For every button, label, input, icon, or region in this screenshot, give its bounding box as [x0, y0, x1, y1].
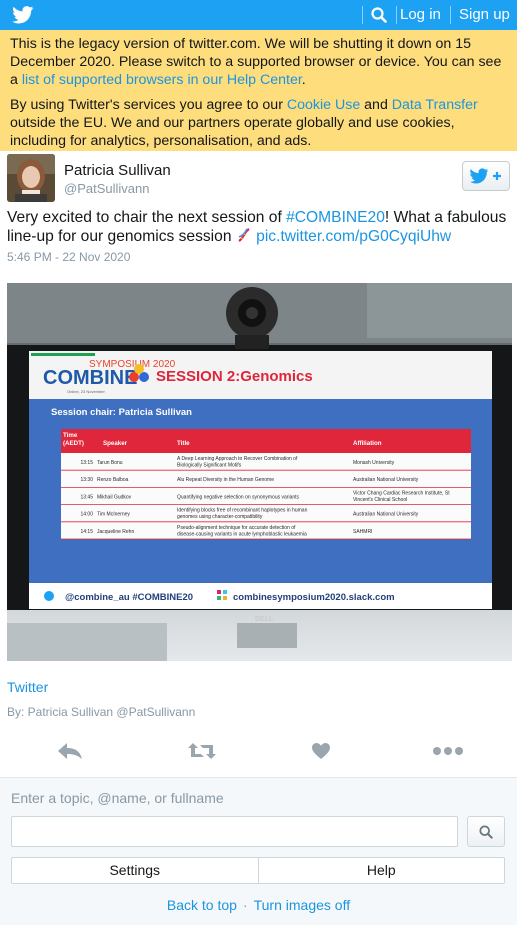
table-cell: Tim McInerney — [97, 512, 130, 518]
more-button[interactable] — [432, 739, 464, 763]
page-footer: Enter a topic, @name, or fullname Settin… — [0, 777, 517, 925]
more-dots-icon — [433, 747, 463, 755]
table-cell: Renzo Balboa — [97, 477, 129, 483]
cookie-notice-text: By using Twitter's services you agree to… — [10, 96, 507, 150]
help-link[interactable]: Help — [257, 858, 505, 883]
tweet-author-handle[interactable]: @PatSullivann — [64, 181, 149, 196]
byline-handle: @PatSullivann — [116, 705, 196, 719]
heart-icon — [312, 743, 330, 759]
search-input[interactable] — [11, 816, 458, 847]
twitter-bird-icon[interactable] — [12, 6, 34, 24]
slide-slack-footer: combinesymposium2020.slack.com — [233, 592, 395, 603]
top-bar: Log in Sign up — [0, 0, 517, 30]
retweet-icon — [188, 743, 216, 759]
reply-icon — [58, 743, 82, 759]
card-byline: By: Patricia Sullivan @PatSullivann — [7, 705, 195, 719]
notice-text: . — [301, 72, 306, 88]
table-cell: 13:45 — [80, 494, 93, 500]
table-cell: Quantifying negative selection on synony… — [177, 494, 300, 500]
table-cell: disease-causing variants in acute lympho… — [177, 531, 307, 537]
search-submit-button[interactable] — [467, 816, 505, 847]
like-button[interactable] — [305, 739, 337, 763]
byline-prefix: By: — [7, 705, 28, 719]
cookie-use-link[interactable]: Cookie Use — [287, 97, 360, 113]
logo-date: Online, 23 November — [67, 389, 105, 394]
table-header-affiliation: Affiliation — [353, 440, 382, 447]
tweet-text-segment: Very excited to chair the next session o… — [7, 209, 287, 226]
follow-button[interactable] — [462, 161, 510, 191]
follow-bird-plus-icon — [470, 168, 501, 184]
legacy-notice: This is the legacy version of twitter.co… — [0, 30, 517, 151]
table-header-speaker: Speaker — [103, 440, 128, 447]
notice-text: By using Twitter's services you agree to… — [10, 97, 287, 113]
table-cell: 13:15 — [80, 460, 93, 466]
supported-browsers-link[interactable]: list of supported browsers in our Help C… — [22, 72, 302, 88]
table-cell: Victor Chang Cardiac Research Institute,… — [353, 490, 450, 496]
table-cell: Vincent's Clinical School — [353, 497, 407, 503]
tweet-actions — [0, 735, 517, 767]
dna-icon — [236, 227, 252, 243]
svg-text:(AEDT): (AEDT) — [63, 440, 84, 447]
tweet-text: Very excited to chair the next session o… — [7, 208, 512, 246]
session-chair: Session chair: Patricia Sullivan — [51, 407, 192, 418]
table-cell: SAHMRI — [353, 529, 372, 535]
signup-link[interactable]: Sign up — [455, 0, 514, 30]
photo-illustration: SYMPOSIUM 2020 COMBINE Online, 23 Novemb… — [7, 283, 512, 661]
table-cell: Australian National University — [353, 477, 419, 483]
back-to-top-link[interactable]: Back to top — [167, 897, 237, 913]
retweet-button[interactable] — [186, 739, 218, 763]
tweet-photo[interactable]: SYMPOSIUM 2020 COMBINE Online, 23 Novemb… — [7, 283, 512, 661]
login-link[interactable]: Log in — [396, 0, 445, 30]
settings-link[interactable]: Settings — [12, 858, 258, 883]
table-cell: Tarun Bonu — [97, 460, 123, 466]
reply-button[interactable] — [54, 739, 86, 763]
table-cell: Australian National University — [353, 512, 419, 518]
table-cell: Mikhail Gudkov — [97, 494, 132, 500]
search-button[interactable] — [363, 0, 395, 30]
footer-link-bar: Settings Help — [11, 857, 505, 884]
tweet-timestamp: 5:46 PM - 22 Nov 2020 — [7, 250, 131, 264]
hashtag-link[interactable]: #COMBINE20 — [286, 209, 385, 226]
table-cell: A Deep Learning Approach to Recover Comb… — [177, 456, 298, 462]
table-cell: genomes using character-compatibility — [177, 514, 263, 520]
card-title-link[interactable]: Twitter — [7, 679, 48, 695]
search-icon — [371, 7, 387, 23]
combine-logo-text: COMBINE — [43, 367, 137, 389]
pic-link[interactable]: pic.twitter.com/pG0CyqiUhw — [256, 228, 451, 245]
search-icon — [479, 824, 493, 839]
byline-name: Patricia Sullivan — [27, 705, 114, 719]
table-cell: Biologically Significant Motifs — [177, 463, 242, 469]
table-cell: 14:15 — [80, 529, 93, 535]
notice-text: and — [360, 97, 392, 113]
legacy-notice-text: This is the legacy version of twitter.co… — [10, 35, 507, 89]
table-cell: 13:30 — [80, 477, 93, 483]
table-cell: Identifying blocks free of recombinant h… — [177, 508, 308, 514]
search-label: Enter a topic, @name, or fullname — [11, 790, 224, 806]
table-header-title: Title — [177, 440, 190, 447]
table-cell: Pseudo-alignment technique for accurate … — [177, 525, 296, 531]
avatar[interactable] — [7, 154, 55, 202]
turn-images-off-link[interactable]: Turn images off — [254, 897, 351, 913]
link-separator: · — [242, 897, 248, 913]
svg-text:Time: Time — [63, 432, 78, 439]
table-cell: Monash University — [353, 460, 395, 466]
table-cell: Jacqueline Rehn — [97, 529, 134, 535]
tweet-author-name[interactable]: Patricia Sullivan — [64, 162, 171, 179]
slide-twitter-footer: @combine_au #COMBINE20 — [65, 592, 193, 603]
data-transfer-link[interactable]: Data Transfer — [392, 97, 478, 113]
table-cell: 14:00 — [80, 512, 93, 518]
table-cell: Alu Repeat Diversity in the Human Genome — [177, 477, 274, 483]
tweet-header: Patricia Sullivan @PatSullivann — [0, 151, 517, 206]
bottom-links: Back to top · Turn images off — [0, 897, 517, 913]
monitor-brand: DELL — [255, 616, 274, 623]
notice-text: outside the EU. We and our partners oper… — [10, 115, 455, 149]
session-title: SESSION 2:Genomics — [156, 368, 313, 385]
divider — [450, 6, 451, 24]
